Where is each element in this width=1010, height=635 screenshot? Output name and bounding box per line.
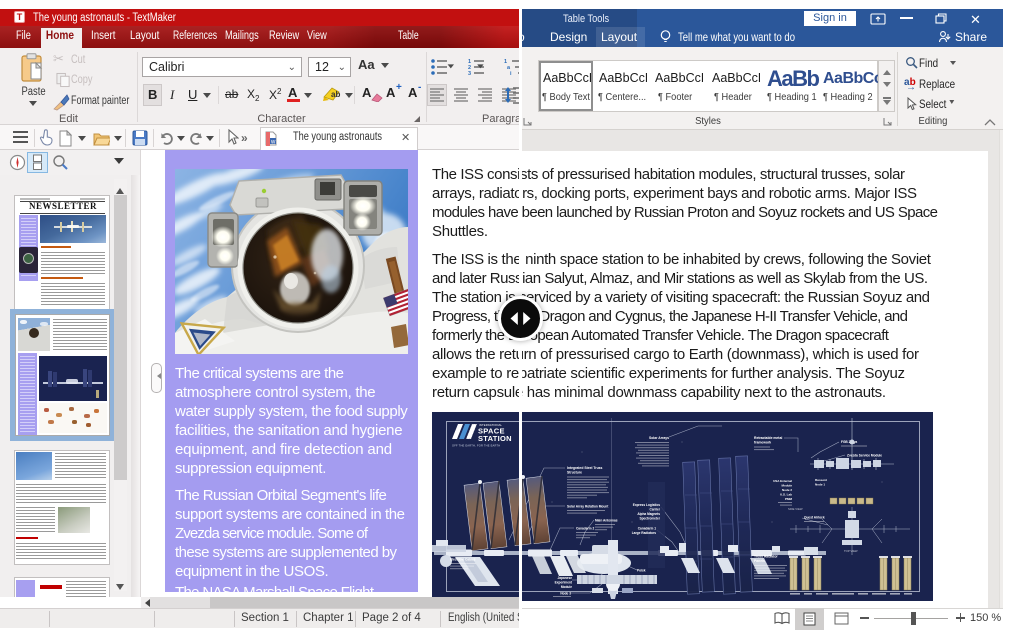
svg-text:i: i [510,71,512,77]
svg-text:w: w [270,140,276,146]
svg-text:3: 3 [468,71,471,77]
svg-text:ab: ab [331,90,340,99]
